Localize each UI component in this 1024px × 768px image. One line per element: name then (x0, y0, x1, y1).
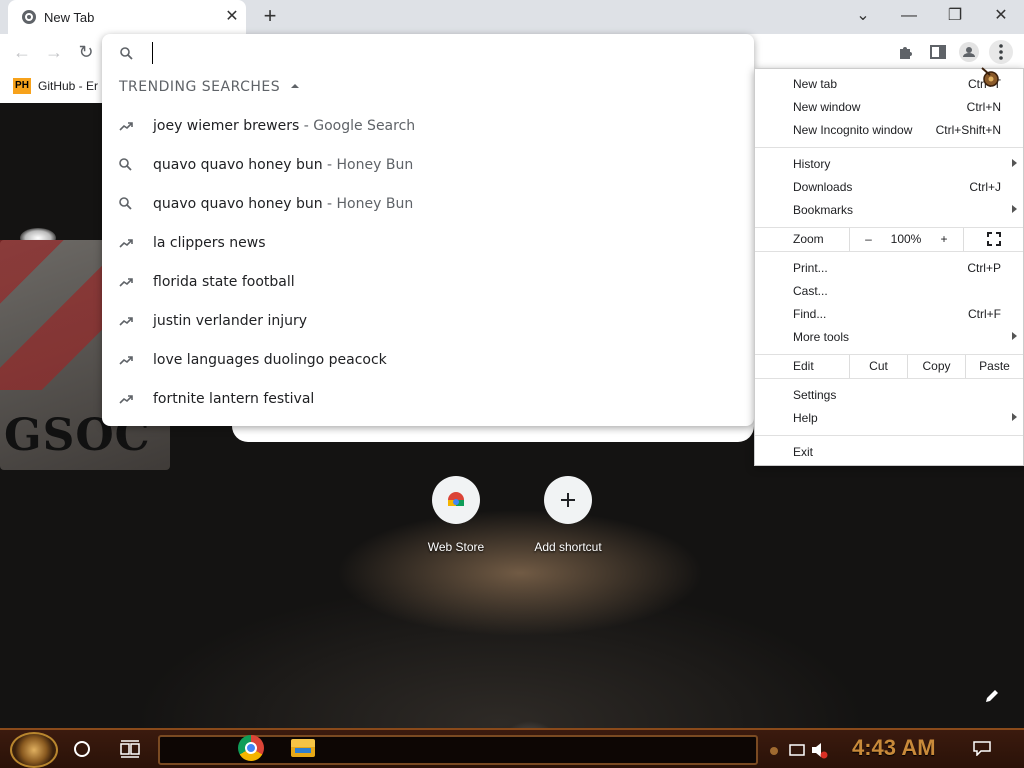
taskbar-clock[interactable]: 4:43 AM (852, 735, 936, 761)
shortcut-add[interactable]: Add shortcut (520, 476, 616, 564)
tab-search-icon[interactable]: ⌄ (848, 4, 878, 28)
edit-paste-button[interactable]: Paste (965, 355, 1023, 378)
suggestion-item[interactable]: joey wiemer brewers - Google Search (102, 107, 754, 146)
chrome-menu-kebab-icon[interactable] (989, 40, 1013, 64)
shortcut-label: Add shortcut (534, 540, 602, 554)
suggestion-text: quavo quavo honey bun - Honey Bun (153, 196, 414, 212)
profile-avatar-icon[interactable] (957, 40, 981, 64)
extensions-puzzle-icon[interactable] (894, 40, 918, 64)
menu-settings[interactable]: Settings (755, 384, 1023, 407)
suggestion-text: love languages duolingo peacock (153, 352, 387, 368)
menu-new-incognito-window[interactable]: New Incognito window Ctrl+Shift+N (755, 119, 1023, 142)
search-icon (118, 196, 134, 212)
suggestion-item[interactable]: florida state football (102, 263, 754, 302)
submenu-arrow-icon (1012, 205, 1017, 213)
shortcut-web-store[interactable]: Web Store (408, 476, 504, 564)
tab-close-icon[interactable]: ✕ (222, 7, 242, 27)
tab-new-tab[interactable]: New Tab ✕ (8, 0, 246, 34)
suggestion-item[interactable]: justin verlander injury (102, 302, 754, 341)
menu-downloads[interactable]: Downloads Ctrl+J (755, 176, 1023, 199)
suggestion-item[interactable]: love languages duolingo peacock (102, 341, 754, 380)
fullscreen-icon[interactable] (963, 228, 1023, 251)
zoom-out-button[interactable]: – (849, 228, 887, 251)
side-panel-icon[interactable] (926, 40, 950, 64)
suggestion-item[interactable]: quavo quavo honey bun - Honey Bun (102, 146, 754, 185)
suggestion-item[interactable]: la clippers news (102, 224, 754, 263)
plus-icon (544, 476, 592, 524)
restore-button[interactable]: ❐ (940, 4, 970, 28)
suggestion-text: justin verlander injury (153, 313, 308, 329)
customize-pencil-icon[interactable] (980, 684, 1004, 708)
edit-copy-button[interactable]: Copy (907, 355, 965, 378)
trending-icon (118, 313, 134, 329)
start-button[interactable] (10, 732, 58, 768)
trending-icon (118, 235, 134, 251)
chrome-taskbar-icon[interactable] (238, 735, 264, 761)
forward-button[interactable]: → (40, 38, 68, 66)
system-tray (768, 735, 848, 765)
trending-icon (118, 352, 134, 368)
menu-zoom-row: Zoom – 100% + (755, 228, 1023, 251)
close-window-button[interactable]: ✕ (986, 4, 1016, 28)
suggestion-text: la clippers news (153, 235, 266, 251)
suggestion-text: quavo quavo honey bun - Honey Bun (153, 157, 414, 173)
zoom-in-button[interactable]: + (925, 228, 963, 251)
web-store-icon (432, 476, 480, 524)
taskbar: 4:43 AM (0, 728, 1024, 768)
search-circle-icon[interactable] (74, 741, 90, 757)
title-bar: New Tab ✕ + ⌄ — ❐ ✕ (0, 0, 1024, 34)
suggestion-item[interactable]: fortnite lantern festival (102, 380, 754, 419)
suggestion-text: florida state football (153, 274, 295, 290)
shortcut-label: Web Store (427, 540, 485, 554)
menu-exit[interactable]: Exit (755, 441, 1023, 464)
menu-history[interactable]: History (755, 153, 1023, 176)
chevron-up-icon[interactable] (287, 78, 303, 94)
trending-searches-heading: TRENDING SEARCHES (119, 79, 281, 95)
omnibox-input[interactable] (152, 42, 732, 64)
menu-find[interactable]: Find... Ctrl+F (755, 303, 1023, 326)
menu-new-window[interactable]: New window Ctrl+N (755, 96, 1023, 119)
bookmark-label: GitHub - Er (38, 79, 99, 93)
menu-print[interactable]: Print... Ctrl+P (755, 257, 1023, 280)
edit-cut-button[interactable]: Cut (849, 355, 907, 378)
omnibox-dropdown: TRENDING SEARCHES joey wiemer brewers - … (102, 34, 754, 426)
suggestion-item[interactable]: quavo quavo honey bun - Honey Bun (102, 185, 754, 224)
search-icon (118, 157, 134, 173)
menu-help[interactable]: Help (755, 407, 1023, 430)
search-icon (120, 47, 133, 60)
menu-separator (755, 147, 1023, 148)
trending-icon (118, 391, 134, 407)
trending-icon (118, 274, 134, 290)
trending-icon (118, 118, 134, 134)
menu-cast[interactable]: Cast... (755, 280, 1023, 303)
menu-separator (755, 378, 1023, 379)
chrome-favicon-icon (22, 10, 36, 24)
submenu-arrow-icon (1012, 159, 1017, 167)
menu-bookmarks[interactable]: Bookmarks (755, 199, 1023, 222)
menu-more-tools[interactable]: More tools (755, 326, 1023, 349)
zoom-level: 100% (890, 232, 922, 246)
tab-title: New Tab (44, 10, 95, 25)
menu-edit-row: Edit Cut Copy Paste (755, 355, 1023, 378)
submenu-arrow-icon (1012, 413, 1017, 421)
reload-button[interactable]: ↻ (72, 38, 100, 66)
chrome-menu: New tab Ctrl+T New window Ctrl+N New Incog… (754, 68, 1024, 466)
suggestion-text: joey wiemer brewers - Google Search (153, 118, 416, 134)
minimize-button[interactable]: — (894, 4, 924, 28)
suggestion-text: fortnite lantern festival (153, 391, 315, 407)
notifications-icon[interactable] (972, 740, 992, 757)
submenu-arrow-icon (1012, 332, 1017, 340)
file-explorer-icon[interactable] (291, 739, 315, 757)
back-button[interactable]: ← (8, 38, 36, 66)
menu-separator (755, 251, 1023, 252)
task-view-icon[interactable] (120, 740, 140, 758)
bookmark-favicon: PH (13, 78, 31, 94)
new-tab-button[interactable]: + (258, 5, 282, 29)
menu-separator (755, 435, 1023, 436)
cursor-icon (980, 66, 1006, 92)
